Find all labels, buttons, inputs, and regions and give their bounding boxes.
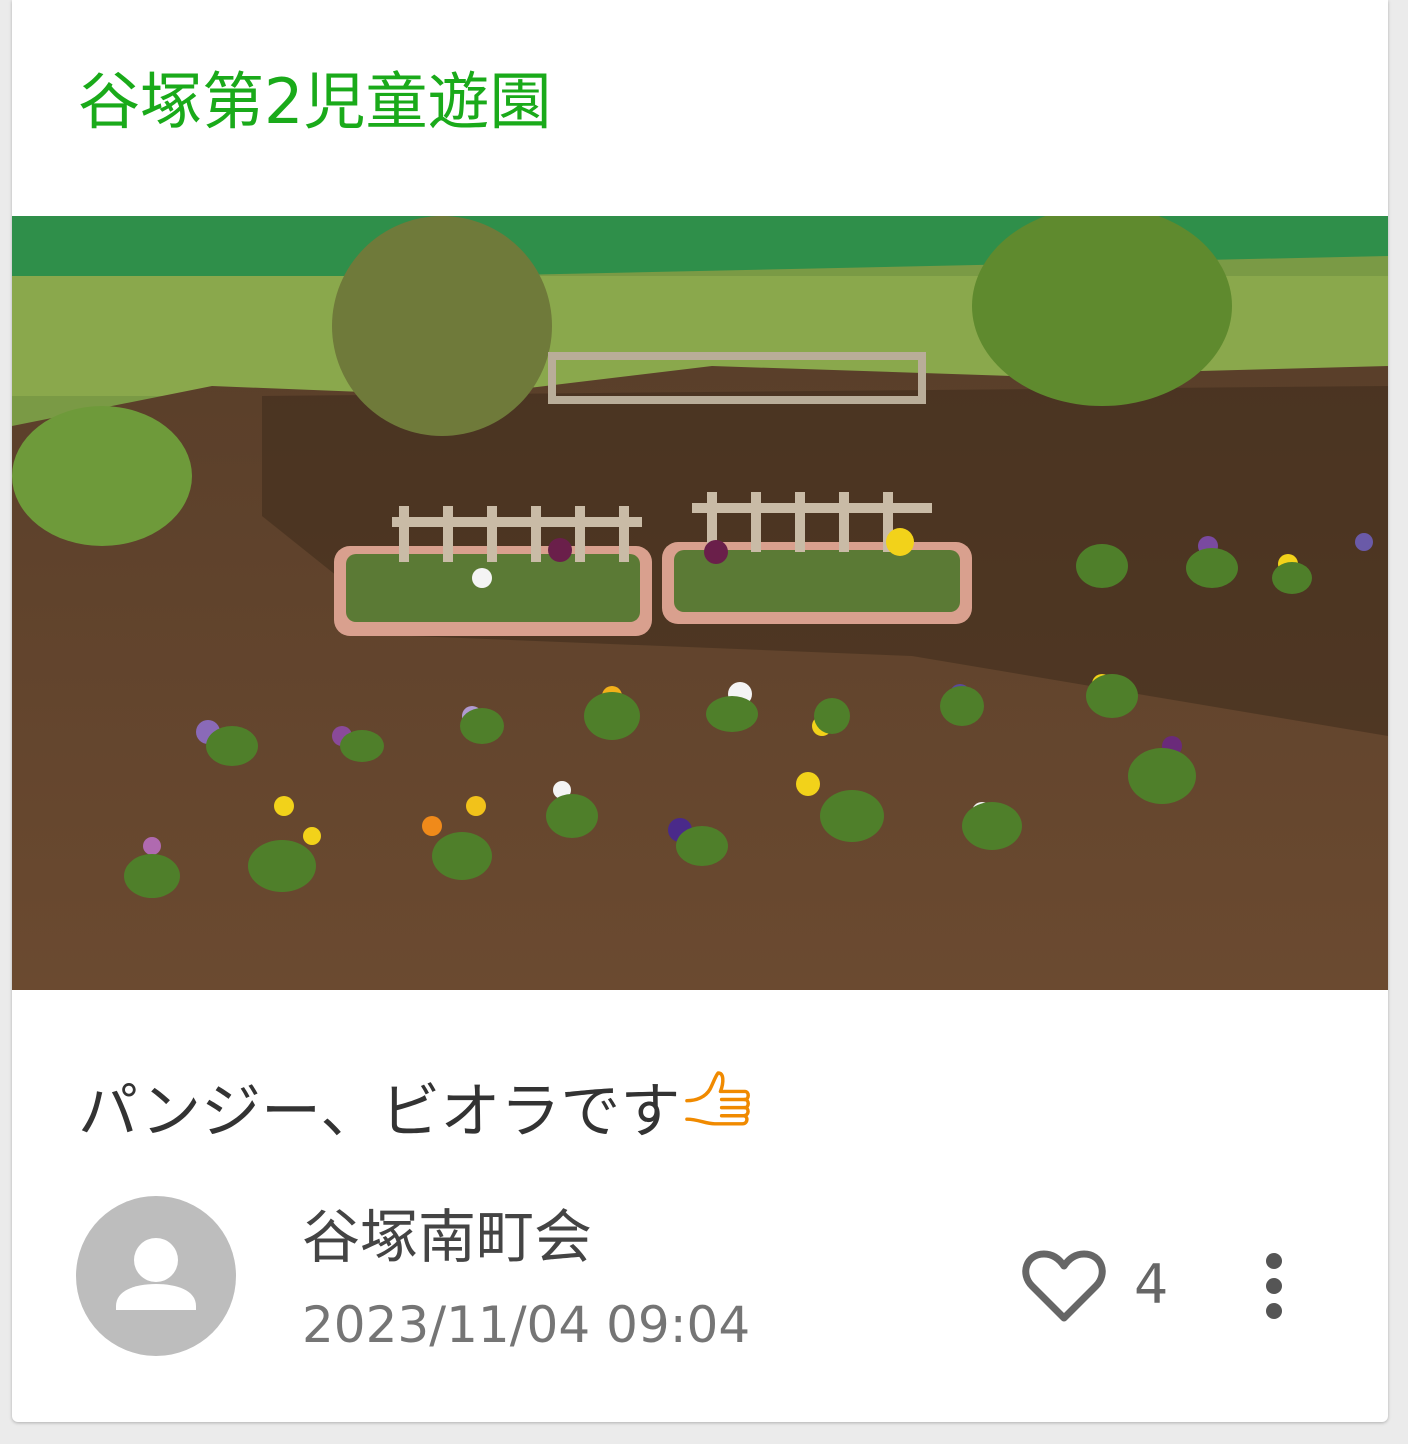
- like-button[interactable]: [1018, 1240, 1110, 1332]
- author-name[interactable]: 谷塚南町会: [302, 1202, 592, 1272]
- place-title[interactable]: 谷塚第2児童遊園: [78, 62, 551, 142]
- thumbs-up-icon: [685, 1071, 751, 1126]
- like-count: 4: [1134, 1253, 1169, 1316]
- post-card: 谷塚第2児童遊園 パンジー、ビオラです 谷塚南町会 2023/11/04 09:…: [12, 0, 1388, 1422]
- more-vertical-icon: [1266, 1253, 1282, 1319]
- more-options-button[interactable]: [1244, 1240, 1304, 1332]
- post-timestamp: 2023/11/04 09:04: [302, 1296, 751, 1354]
- post-text: パンジー、ビオラです: [78, 1066, 754, 1150]
- avatar[interactable]: [76, 1196, 236, 1356]
- person-icon: [116, 1238, 196, 1310]
- post-photo[interactable]: [12, 216, 1388, 990]
- heart-icon: [1022, 1250, 1106, 1322]
- post-text-content: パンジー、ビオラです: [78, 1077, 681, 1147]
